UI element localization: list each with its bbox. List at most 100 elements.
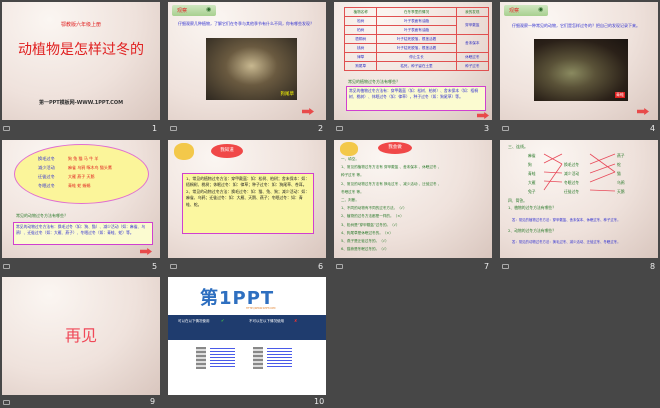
table-cell: 松树 bbox=[343, 16, 378, 26]
table-cell: 柏树 bbox=[343, 25, 378, 35]
slide-number: 5 bbox=[152, 262, 158, 271]
exercise-line: 一、填空。 bbox=[341, 157, 359, 161]
transition-icon bbox=[502, 126, 509, 131]
slide-thumbnail-5[interactable]: 换毛过冬 减少活动 迁徙过冬 冬眠过冬 狗 兔 猫 马 牛 羊 麻雀 乌鸦 啄木… bbox=[2, 140, 160, 258]
table-header: 植物名称 bbox=[343, 7, 378, 17]
slide-thumbnail-1[interactable]: 鄂教版六年级上册 动植物是怎样过冬的 第一PPT模板网-WWW.1PPT.COM bbox=[2, 2, 160, 120]
match-item: 蛇 bbox=[617, 162, 621, 167]
table-cell: 停止生长 bbox=[376, 52, 457, 62]
slide-number: 10 bbox=[314, 397, 325, 406]
animal-methods-text: 2、常见的动物过冬方法：换毛过冬：如：猫、兔、狗；减少活动：如：麻雀、乌鸦；迁徙… bbox=[186, 188, 310, 207]
slide-thumbnail-8[interactable]: 三、连线。 麻雀狗青蛙 大雁 兔子 换毛过冬 减少活动 冬眠过冬 迁徙过冬 燕子蛇猫乌鸦天… bbox=[500, 140, 658, 258]
slide-number: 9 bbox=[150, 397, 156, 406]
group-label: 换毛过冬 bbox=[38, 156, 55, 161]
slide-number: 6 bbox=[318, 262, 324, 271]
match-item: 换毛过冬 bbox=[564, 162, 580, 167]
match-item: 天鹅 bbox=[617, 189, 625, 194]
cross-icon: ✘ bbox=[294, 318, 298, 323]
exercise-list: 一、填空。 1、常见的植物过冬方法有 穿甲戴盔 、舍末保本 、休眠过冬 、 种子… bbox=[341, 155, 489, 253]
table-header: 我的发现 bbox=[455, 7, 490, 17]
group-labels: 换毛过冬 减少活动 迁徙过冬 冬眠过冬 bbox=[38, 154, 55, 190]
answer-1: 答：常见的植物过冬方法：穿甲戴盔、舍末保本、休眠过冬、种子过冬。 bbox=[512, 218, 621, 222]
table-cell: 穿甲戴盔 bbox=[455, 16, 490, 35]
transition-icon bbox=[170, 126, 177, 131]
foxtail-photo: 狗尾草 bbox=[206, 38, 297, 100]
slide-number: 4 bbox=[650, 124, 656, 133]
goodbye-text: 再见 bbox=[64, 326, 97, 345]
slide-number: 3 bbox=[484, 124, 490, 133]
animals-column: 麻雀狗青蛙 大雁 兔子 bbox=[528, 151, 536, 196]
methods-column: 换毛过冬减少活动冬眠过冬迁徙过冬 bbox=[564, 160, 579, 196]
transition-icon bbox=[336, 126, 343, 131]
match-item: 猫 bbox=[617, 171, 621, 176]
table-cell: 梧桐树 bbox=[343, 34, 378, 44]
slide-thumbnail-10[interactable]: 第1PPT HTTP://WWW.1PPT.COM 可以在以下情况使用 ✔ 不可… bbox=[168, 277, 326, 395]
group-label: 冬眠过冬 bbox=[38, 183, 55, 188]
cannot-use-label: 不可以在以下情况使用 bbox=[249, 319, 284, 323]
exercise-line: 2、植物的过冬方法都是一样的。（×） bbox=[341, 214, 404, 219]
plant-methods-text: 1、常见的植物过冬方法：穿甲戴盔：如：松树、柏树；舍末保本：如：梧桐树、桃树；休… bbox=[186, 176, 310, 188]
question-1: 1、植物的过冬方法有哪些？ bbox=[508, 205, 556, 210]
qr-code-icon bbox=[196, 347, 206, 369]
next-arrow-icon[interactable] bbox=[140, 248, 152, 255]
exercise-line: 1、常见的植物过冬方法有 穿甲戴盔 、舍末保本 、休眠过冬 、 bbox=[341, 165, 442, 170]
slide-thumbnail-7[interactable]: 我会做 一、填空。 1、常见的植物过冬方法有 穿甲戴盔 、舍末保本 、休眠过冬 … bbox=[334, 140, 492, 258]
match-item: 迁徙过冬 bbox=[564, 189, 580, 194]
match-item: 减少活动 bbox=[564, 171, 580, 176]
table-cell: 叶子枯死脱落，根茎活着 bbox=[376, 34, 457, 44]
answer-box: 常见的植物过冬方法有：穿甲戴盔（如：松树、柏树）、舍末保本（如：梧桐树、桃树）、… bbox=[346, 86, 486, 111]
mascot-icon bbox=[174, 143, 194, 160]
transition-icon bbox=[336, 264, 343, 269]
mascot-icon bbox=[340, 142, 358, 156]
group-animal-list: 青蛙 蛇 蜥蜴 bbox=[68, 183, 91, 188]
match-item: 狗 bbox=[528, 162, 532, 167]
slide-thumbnail-4[interactable]: 观察 ◉ 仔细观察一种常见的动物，它们是怎样过冬的？把自己的发现记录下来。 青蛙 bbox=[500, 2, 658, 120]
exercise-line: 1、不同的动物有不同的过冬方法。（√） bbox=[341, 206, 407, 211]
match-item: 兔子 bbox=[528, 189, 536, 194]
group-animals: 狗 兔 猫 马 牛 羊 麻雀 乌鸦 啄木鸟 猫头鹰 大雁 燕子 天鹅 青蛙 蛇 … bbox=[68, 154, 112, 190]
i-can-do-badge: 我会做 bbox=[378, 142, 412, 154]
transition-icon bbox=[3, 264, 10, 269]
next-arrow-icon[interactable] bbox=[302, 108, 314, 115]
match-item: 大雁 bbox=[528, 180, 536, 185]
table-cell: 枯死，种子留在土里 bbox=[376, 61, 457, 71]
exercise-line: 冬眠过冬 等。 bbox=[341, 189, 364, 194]
knowledge-box: 1、常见的植物过冬方法：穿甲戴盔：如：松树、柏树；舍末保本：如：梧桐树、桃树；休… bbox=[182, 173, 314, 234]
eye-icon: ◉ bbox=[206, 6, 212, 13]
slide-thumbnail-2[interactable]: 观察 ◉ 仔细观察几种植物，了解它们在冬季与其他季节有什么不同，你有哪些发现？ … bbox=[168, 2, 326, 120]
transition-icon bbox=[170, 264, 177, 269]
question-text: 常见的植物过冬方法有哪些？ bbox=[348, 79, 400, 84]
check-icon: ✔ bbox=[221, 318, 225, 323]
footer-text: 第一PPT模板网-WWW.1PPT.COM bbox=[38, 100, 124, 106]
match-item: 麻雀 bbox=[528, 153, 536, 158]
slide-thumbnail-6[interactable]: 我知道 1、常见的植物过冬方法：穿甲戴盔：如：松树、柏树；舍末保本：如：梧桐树、… bbox=[168, 140, 326, 258]
slide-number: 2 bbox=[318, 124, 324, 133]
exercise-line: 二、判断。 bbox=[341, 198, 359, 203]
match-item: 冬眠过冬 bbox=[564, 180, 580, 185]
question-text: 常见的动物过冬方法有哪些？ bbox=[16, 213, 68, 218]
next-arrow-icon[interactable] bbox=[637, 108, 649, 115]
table-cell: 种子过冬 bbox=[455, 61, 490, 71]
link-list bbox=[210, 348, 235, 368]
table-cell: 桃树 bbox=[343, 43, 378, 53]
slide-thumbnail-3[interactable]: 植物名称 在冬季里的情况 我的发现 松树 叶子表面有油脂 穿甲戴盔 柏树 叶子表面有油脂 … bbox=[334, 2, 492, 120]
next-arrow-icon[interactable] bbox=[477, 112, 489, 119]
match-item: 乌鸦 bbox=[617, 180, 625, 185]
link-list bbox=[267, 348, 292, 368]
logo-url: HTTP://WWW.1PPT.COM bbox=[246, 307, 276, 310]
transition-icon bbox=[3, 126, 10, 131]
exercise-line: 6、猫熊是冬眠过冬的。（√） bbox=[341, 247, 389, 252]
photo-label: 青蛙 bbox=[615, 92, 625, 98]
group-label: 迁徙过冬 bbox=[38, 174, 55, 179]
eye-icon: ◉ bbox=[538, 6, 544, 13]
short-answer-heading: 四、简答。 bbox=[508, 198, 527, 203]
slide-number: 1 bbox=[152, 124, 158, 133]
table-cell: 舍末保本 bbox=[455, 34, 490, 53]
question-2: 2、动物的过冬方法有哪些？ bbox=[508, 228, 556, 233]
exercise-line: 4、狗尾草是休眠过冬的。（×） bbox=[341, 230, 394, 235]
i-know-badge: 我知道 bbox=[211, 144, 243, 158]
table-cell: 叶子表面有油脂 bbox=[376, 16, 457, 26]
photo-label: 狗尾草 bbox=[280, 92, 295, 97]
group-label: 减少活动 bbox=[38, 165, 55, 170]
slide-thumbnail-9[interactable]: 再见 bbox=[2, 277, 160, 395]
